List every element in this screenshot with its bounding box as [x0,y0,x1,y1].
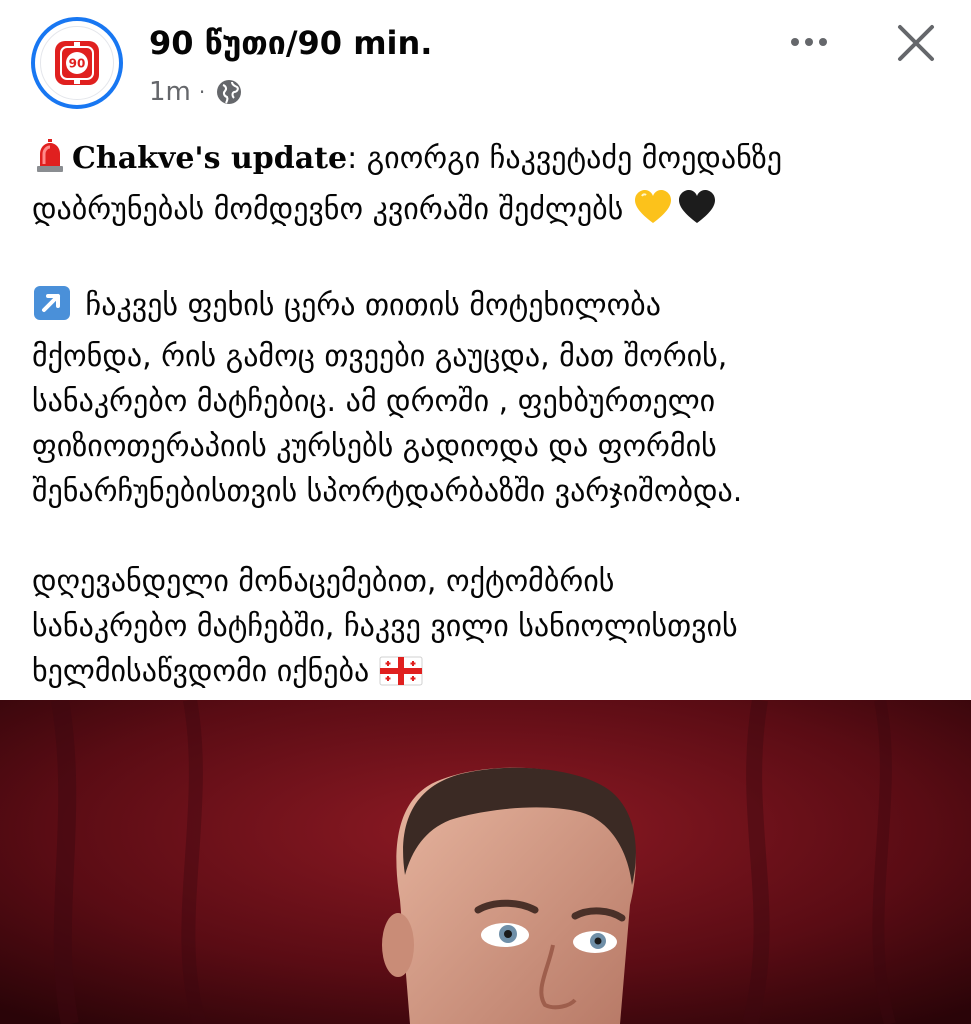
black-heart-icon [677,189,717,238]
globe-icon [217,80,242,104]
text-line: დაბრუნებას მომდევნო კვირაში შეძლებს [32,187,952,238]
paragraph-2: ჩაკვეს ფეხის ცერა თითის მოტეხილობა მქონდ… [32,283,952,514]
page-logo: 90 [55,41,99,85]
post-text: Chakve's update: გიორგი ჩაკვეტაძე მოედან… [32,136,952,700]
page-logo-text: 90 [69,57,86,71]
text-line: ხელმისაწვდომი იქნება [32,649,952,700]
page-avatar[interactable]: 90 [31,17,123,109]
paragraph-3: დღევანდელი მონაცემებით, ოქტომბრის სანაკრ… [32,559,952,700]
text-line: ფიზიოთერაპიის კურსებს გადიოდა და ფორმის [32,429,717,464]
siren-emoji-icon [32,138,68,187]
more-options-icon [791,38,827,46]
post-header: 90 90 წუთი/90 min. 1m · [0,0,971,120]
post-time[interactable]: 1m [149,77,191,107]
more-options-button[interactable] [783,28,835,56]
close-button[interactable] [893,20,939,66]
page-name[interactable]: 90 წუთი/90 min. [149,24,432,62]
yellow-heart-icon [633,189,673,238]
avatar-inner: 90 [40,26,114,100]
text-segment: დაბრუნებას მომდევნო კვირაში შეძლებს [32,192,624,227]
text-line: დღევანდელი მონაცემებით, ოქტომბრის [32,564,615,599]
close-icon [898,25,934,61]
text-line: მქონდა, რის გამოც თვეები გაუცდა, მათ შორ… [32,339,728,374]
georgia-flag-icon [379,655,423,700]
meta-separator: · [198,80,206,104]
text-line: Chakve's update: გიორგი ჩაკვეტაძე მოედან… [32,136,952,187]
post-meta: 1m · [149,76,243,108]
text-segment: : გიორგი ჩაკვეტაძე მოედანზე [347,141,782,176]
text-segment: ჩაკვეს ფეხის ცერა თითის მოტეხილობა [85,288,661,323]
update-title: Chakve's update [72,141,348,176]
facebook-post: 90 90 წუთი/90 min. 1m · Chakve's update:… [0,0,971,1024]
text-line: სანაკრებო მატჩებში, ჩაკვე ვილი სანიოლისთ… [32,609,738,644]
post-photo-image [0,700,971,1024]
text-line: ჩაკვეს ფეხის ცერა თითის მოტეხილობა [32,283,952,334]
text-line: სანაკრებო მატჩებიც. ამ დროში , ფეხბურთელ… [32,384,716,419]
up-right-arrow-emoji-icon [32,285,72,334]
text-line: შენარჩუნებისთვის სპორტდარბაზში ვარჯიშობდ… [32,474,743,509]
paragraph-1: Chakve's update: გიორგი ჩაკვეტაძე მოედან… [32,136,952,238]
post-photo[interactable] [0,700,971,1024]
text-segment: ხელმისაწვდომი იქნება [32,654,370,689]
